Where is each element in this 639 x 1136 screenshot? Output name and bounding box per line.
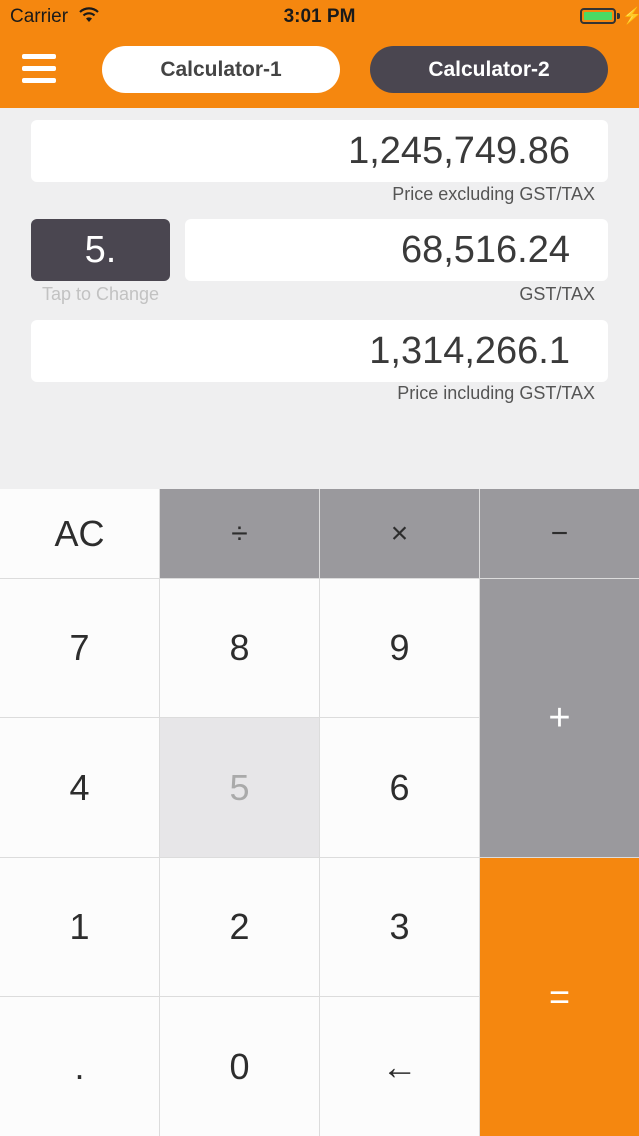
backspace-button[interactable]: ← bbox=[320, 997, 479, 1136]
keypad: AC ÷ × − 7 8 9 + 4 5 6 1 2 3 = . 0 ← bbox=[0, 489, 639, 1136]
price-including-label: Price including GST/TAX bbox=[397, 383, 595, 403]
divide-button[interactable]: ÷ bbox=[160, 489, 319, 578]
digit-7-button[interactable]: 7 bbox=[0, 579, 159, 717]
digit-8-button[interactable]: 8 bbox=[160, 579, 319, 717]
battery-nub bbox=[617, 13, 620, 19]
price-excluding-label: Price excluding GST/TAX bbox=[392, 184, 595, 204]
tax-amount-field[interactable]: 68,516.24 bbox=[185, 219, 608, 281]
digit-0-button[interactable]: 0 bbox=[160, 997, 319, 1136]
tab-calculator-2[interactable]: Calculator-2 bbox=[370, 46, 608, 93]
tap-to-change-hint: Tap to Change bbox=[41, 284, 160, 304]
status-bar: Carrier 3:01 PM ⚡ bbox=[0, 0, 639, 34]
price-excluding-field[interactable]: 1,245,749.86 bbox=[31, 120, 608, 182]
digit-1-button[interactable]: 1 bbox=[0, 858, 159, 996]
digit-2-button[interactable]: 2 bbox=[160, 858, 319, 996]
price-including-field[interactable]: 1,314,266.1 bbox=[31, 320, 608, 382]
hamburger-menu-icon[interactable] bbox=[22, 54, 56, 84]
app-header: Carrier 3:01 PM ⚡ Calculator-1 Calculato… bbox=[0, 0, 639, 108]
battery-icon bbox=[580, 8, 616, 24]
tax-rate-button[interactable]: 5. bbox=[31, 219, 170, 281]
clear-button[interactable]: AC bbox=[0, 489, 159, 578]
multiply-button[interactable]: × bbox=[320, 489, 479, 578]
tax-amount-label: GST/TAX bbox=[519, 284, 595, 304]
digit-5-button[interactable]: 5 bbox=[160, 718, 319, 857]
digit-9-button[interactable]: 9 bbox=[320, 579, 479, 717]
minus-button[interactable]: − bbox=[480, 489, 639, 578]
digit-6-button[interactable]: 6 bbox=[320, 718, 479, 857]
tab-calculator-1[interactable]: Calculator-1 bbox=[102, 46, 340, 93]
charging-icon: ⚡ bbox=[622, 8, 639, 25]
digit-3-button[interactable]: 3 bbox=[320, 858, 479, 996]
digit-4-button[interactable]: 4 bbox=[0, 718, 159, 857]
status-time: 3:01 PM bbox=[283, 6, 356, 27]
equals-button[interactable]: = bbox=[480, 858, 639, 1136]
decimal-button[interactable]: . bbox=[0, 997, 159, 1136]
plus-button[interactable]: + bbox=[480, 579, 639, 857]
